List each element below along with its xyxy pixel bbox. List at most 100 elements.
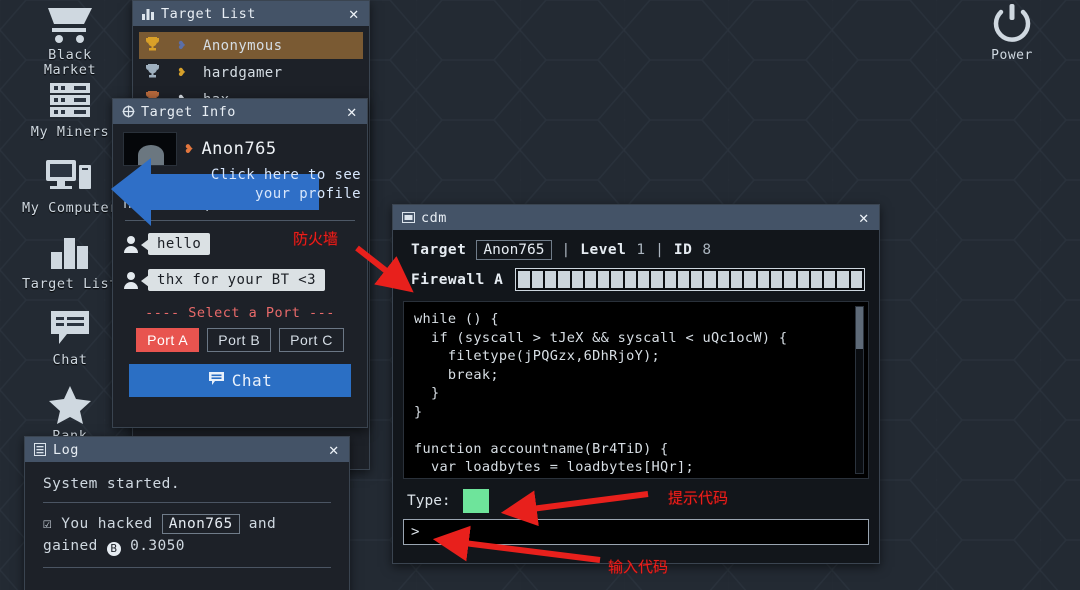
bar-chart-icon (47, 230, 93, 274)
trophy-icon (143, 63, 161, 83)
target-info-title: Target Info (141, 103, 236, 120)
firewall-segment (744, 271, 756, 288)
firewall-segment (837, 271, 849, 288)
cdm-id-label: ID (673, 242, 693, 258)
cart-icon (44, 2, 96, 46)
close-icon[interactable]: ✕ (343, 103, 361, 120)
port-buttons: Port A Port B Port C (123, 328, 357, 352)
close-icon[interactable]: ✕ (855, 209, 873, 226)
type-color-swatch (462, 489, 489, 513)
log-title: Log (53, 441, 79, 458)
bitcoin-icon: B (106, 542, 121, 556)
target-list-titlebar[interactable]: Target List ✕ (133, 1, 369, 26)
log-entry-hacked: ☑ You hacked Anon765 and gained B 0.3050 (43, 513, 331, 567)
firewall-segment (810, 271, 823, 288)
scrollbar-thumb[interactable] (856, 307, 863, 349)
code-scrollbar[interactable] (855, 306, 864, 474)
heart-badge-icon: ❥ (178, 65, 186, 80)
firewall-segment (544, 271, 557, 288)
sidebar-item-black-market[interactable]: Black Market (0, 2, 140, 78)
avatar[interactable] (123, 132, 177, 166)
heart-badge-icon: ❥ (185, 141, 194, 157)
annotation-input-code: 输入代码 (608, 558, 669, 576)
chat-message: thx for your BT <3 (141, 269, 325, 291)
firewall-segment (531, 271, 543, 288)
close-icon[interactable]: ✕ (345, 5, 363, 22)
firewall-segment (584, 271, 597, 288)
annotation-hint-code: 提示代码 (668, 489, 729, 507)
cdm-title: cdm (421, 209, 447, 226)
divider (125, 220, 355, 221)
firewall-segment (717, 271, 730, 288)
target-info-body: ❥ Anon765 no description hello thx for y… (111, 124, 367, 427)
firewall-segment (850, 271, 863, 288)
table-row[interactable]: ❥ hardgamer (139, 59, 363, 86)
chat-button-label: Chat (231, 371, 273, 390)
profile-header[interactable]: ❥ Anon765 (123, 132, 357, 166)
firewall-segment (637, 271, 650, 288)
target-crosshair-icon (121, 105, 135, 119)
target-info-titlebar[interactable]: Target Info ✕ (113, 99, 367, 124)
cdm-separator-2: | (655, 242, 664, 258)
target-info-window: Target Info ✕ ❥ Anon765 no description h… (111, 98, 368, 428)
target-name: Anonymous (203, 37, 283, 54)
target-name: hardgamer (203, 64, 283, 81)
power-button[interactable]: Power (972, 2, 1052, 63)
target-list-title: Target List (161, 5, 256, 22)
cdm-separator-1: | (561, 242, 571, 258)
firewall-segment (558, 271, 570, 288)
firewall-segment (770, 271, 783, 288)
firewall-segment (824, 271, 836, 288)
log-hacked-target: Anon765 (161, 514, 240, 534)
table-row[interactable]: ❥ Anonymous (139, 32, 363, 59)
trophy-icon (143, 36, 161, 56)
command-input[interactable]: > (403, 519, 869, 545)
star-icon (46, 382, 94, 426)
close-icon[interactable]: ✕ (325, 441, 343, 458)
firewall-segment (797, 271, 809, 288)
sidebar-item-label: My Miners (30, 124, 110, 140)
sidebar-item-label: Target List (21, 276, 118, 292)
port-a-button[interactable]: Port A (136, 328, 200, 352)
port-c-button[interactable]: Port C (279, 328, 344, 352)
server-icon (46, 78, 94, 122)
list-item: thx for your BT <3 (123, 269, 357, 291)
log-titlebar[interactable]: Log ✕ (25, 437, 349, 462)
firewall-segment (651, 271, 663, 288)
log-entry: System started. (43, 476, 180, 492)
firewall-segment (518, 271, 530, 288)
code-text: while () { if (syscall > tJeX && syscall… (414, 311, 788, 478)
cdm-level-label: Level (580, 242, 627, 258)
log-window: Log ✕ System started. ☑ You hacked Anon7… (24, 436, 350, 590)
firewall-segment (704, 271, 716, 288)
firewall-segment (611, 271, 623, 288)
power-label: Power (991, 48, 1033, 63)
cdm-target-value: Anon765 (476, 240, 552, 260)
chat-button[interactable]: Chat (129, 364, 351, 397)
cdm-id-value: 8 (702, 242, 712, 258)
heart-badge-icon: ❥ (178, 38, 186, 53)
game-screen: Black Market My Miners My Computer Targe… (0, 0, 1080, 590)
code-display: while () { if (syscall > tJeX && syscall… (403, 301, 869, 479)
log-body: System started. ☑ You hacked Anon765 and… (25, 462, 349, 590)
sidebar-item-label: Chat (52, 352, 88, 368)
prompt-symbol: > (411, 524, 420, 540)
firewall-segment (571, 271, 583, 288)
cdm-titlebar[interactable]: cdm ✕ (393, 205, 879, 230)
checkbox-icon: ☑ (43, 516, 53, 532)
type-label: Type: (407, 493, 451, 509)
firewall-label: Firewall A (411, 271, 504, 288)
bar-chart-icon (141, 7, 155, 21)
cdm-window: cdm ✕ Target Anon765 | Level 1 | ID 8 Fi… (392, 204, 880, 564)
divider (43, 502, 331, 503)
firewall-segment (677, 271, 690, 288)
firewall-segment (784, 271, 796, 288)
profile-description: no description (123, 196, 251, 212)
log-hacked-prefix: You hacked (61, 516, 153, 532)
firewall-segment (664, 271, 676, 288)
port-b-button[interactable]: Port B (207, 328, 272, 352)
sidebar-item-label: My Computer (21, 200, 118, 216)
firewall-segment (757, 271, 769, 288)
desktop-icon (44, 154, 96, 198)
log-icon (33, 443, 47, 457)
